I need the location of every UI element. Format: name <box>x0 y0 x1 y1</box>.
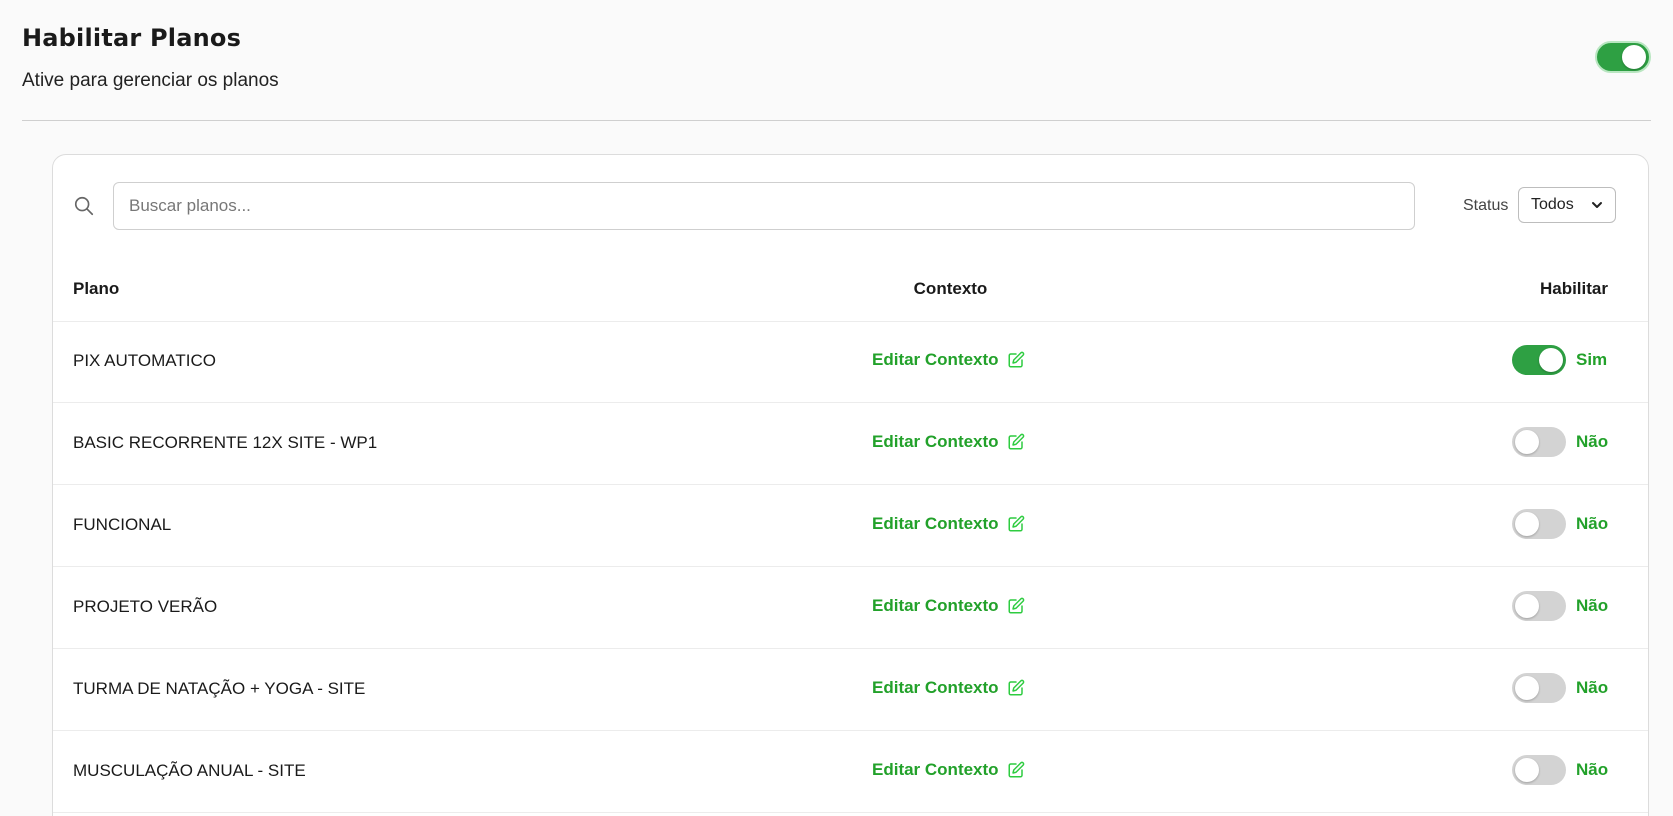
edit-context-label: Editar Contexto <box>872 514 999 533</box>
plan-enable-state: Não <box>1576 596 1609 615</box>
table-row: MUSCULAÇÃO ANUAL - SITE Editar Contexto … <box>53 731 1648 813</box>
edit-icon <box>1008 351 1024 368</box>
search-input[interactable] <box>113 182 1415 230</box>
plan-enable-state: Não <box>1576 760 1609 779</box>
plan-name: FUNCIONAL <box>73 515 172 534</box>
page: Habilitar Planos Ative para gerenciar os… <box>0 0 1673 816</box>
plan-name: MUSCULAÇÃO ANUAL - SITE <box>73 761 306 780</box>
plan-enable-state: Não <box>1576 678 1609 697</box>
chevron-down-icon <box>1592 202 1602 208</box>
edit-context-link[interactable]: Editar Contexto <box>872 678 1025 698</box>
edit-context-label: Editar Contexto <box>872 432 999 451</box>
toggle-knob <box>1515 430 1539 454</box>
edit-icon <box>1008 515 1024 532</box>
plan-enable-toggle[interactable] <box>1512 345 1566 375</box>
table-row: PIX AUTOMATICO Editar Contexto Sim <box>53 321 1648 403</box>
page-subtitle: Ative para gerenciar os planos <box>22 70 279 91</box>
edit-icon <box>1008 679 1024 696</box>
edit-context-label: Editar Contexto <box>872 760 999 779</box>
toggle-knob <box>1622 45 1646 69</box>
plans-card: Status Todos Plano Contexto Habilitar PI… <box>52 154 1649 816</box>
edit-context-label: Editar Contexto <box>872 596 999 615</box>
edit-context-link[interactable]: Editar Contexto <box>872 350 1025 370</box>
plan-enable-toggle[interactable] <box>1512 427 1566 457</box>
edit-icon <box>1008 761 1024 778</box>
toggle-knob <box>1515 594 1539 618</box>
table-row: PROJETO VERÃO Editar Contexto Não <box>53 567 1648 649</box>
toggle-knob <box>1539 348 1563 372</box>
plan-enable-toggle[interactable] <box>1512 509 1566 539</box>
table-header: Plano Contexto Habilitar <box>53 255 1648 322</box>
table-row: BASIC RECORRENTE 12X SITE - WP1 Editar C… <box>53 403 1648 485</box>
plan-name: BASIC RECORRENTE 12X SITE - WP1 <box>73 433 378 452</box>
status-filter-label: Status <box>1463 197 1509 214</box>
table-body: PIX AUTOMATICO Editar Contexto Sim BASIC… <box>53 321 1648 813</box>
edit-icon <box>1008 433 1024 450</box>
page-title: Habilitar Planos <box>22 24 242 52</box>
edit-icon <box>1008 597 1024 614</box>
plan-enable-state: Sim <box>1576 350 1608 369</box>
edit-context-label: Editar Contexto <box>872 678 999 697</box>
toggle-knob <box>1515 512 1539 536</box>
header: Habilitar Planos Ative para gerenciar os… <box>22 20 1651 121</box>
edit-context-link[interactable]: Editar Contexto <box>872 760 1025 780</box>
plan-enable-toggle[interactable] <box>1512 673 1566 703</box>
table-row: TURMA DE NATAÇÃO + YOGA - SITE Editar Co… <box>53 649 1648 731</box>
plan-enable-toggle[interactable] <box>1512 755 1566 785</box>
toggle-knob <box>1515 676 1539 700</box>
edit-context-link[interactable]: Editar Contexto <box>872 432 1025 452</box>
search-icon <box>74 196 94 216</box>
plan-enable-state: Não <box>1576 432 1609 451</box>
column-header-contexto: Contexto <box>913 279 988 298</box>
enable-plans-toggle[interactable] <box>1595 41 1651 73</box>
plan-enable-toggle[interactable] <box>1512 591 1566 621</box>
plan-name: TURMA DE NATAÇÃO + YOGA - SITE <box>73 679 366 698</box>
edit-context-label: Editar Contexto <box>872 350 999 369</box>
plan-name: PIX AUTOMATICO <box>73 351 216 370</box>
status-filter-value: Todos <box>1531 196 1574 213</box>
status-filter-select[interactable]: Todos <box>1518 187 1616 223</box>
toggle-knob <box>1515 758 1539 782</box>
edit-context-link[interactable]: Editar Contexto <box>872 596 1025 616</box>
plan-enable-state: Não <box>1576 514 1609 533</box>
plan-name: PROJETO VERÃO <box>73 597 218 616</box>
column-header-habilitar: Habilitar <box>1539 279 1608 298</box>
table-row: FUNCIONAL Editar Contexto Não <box>53 485 1648 567</box>
edit-context-link[interactable]: Editar Contexto <box>872 514 1025 534</box>
